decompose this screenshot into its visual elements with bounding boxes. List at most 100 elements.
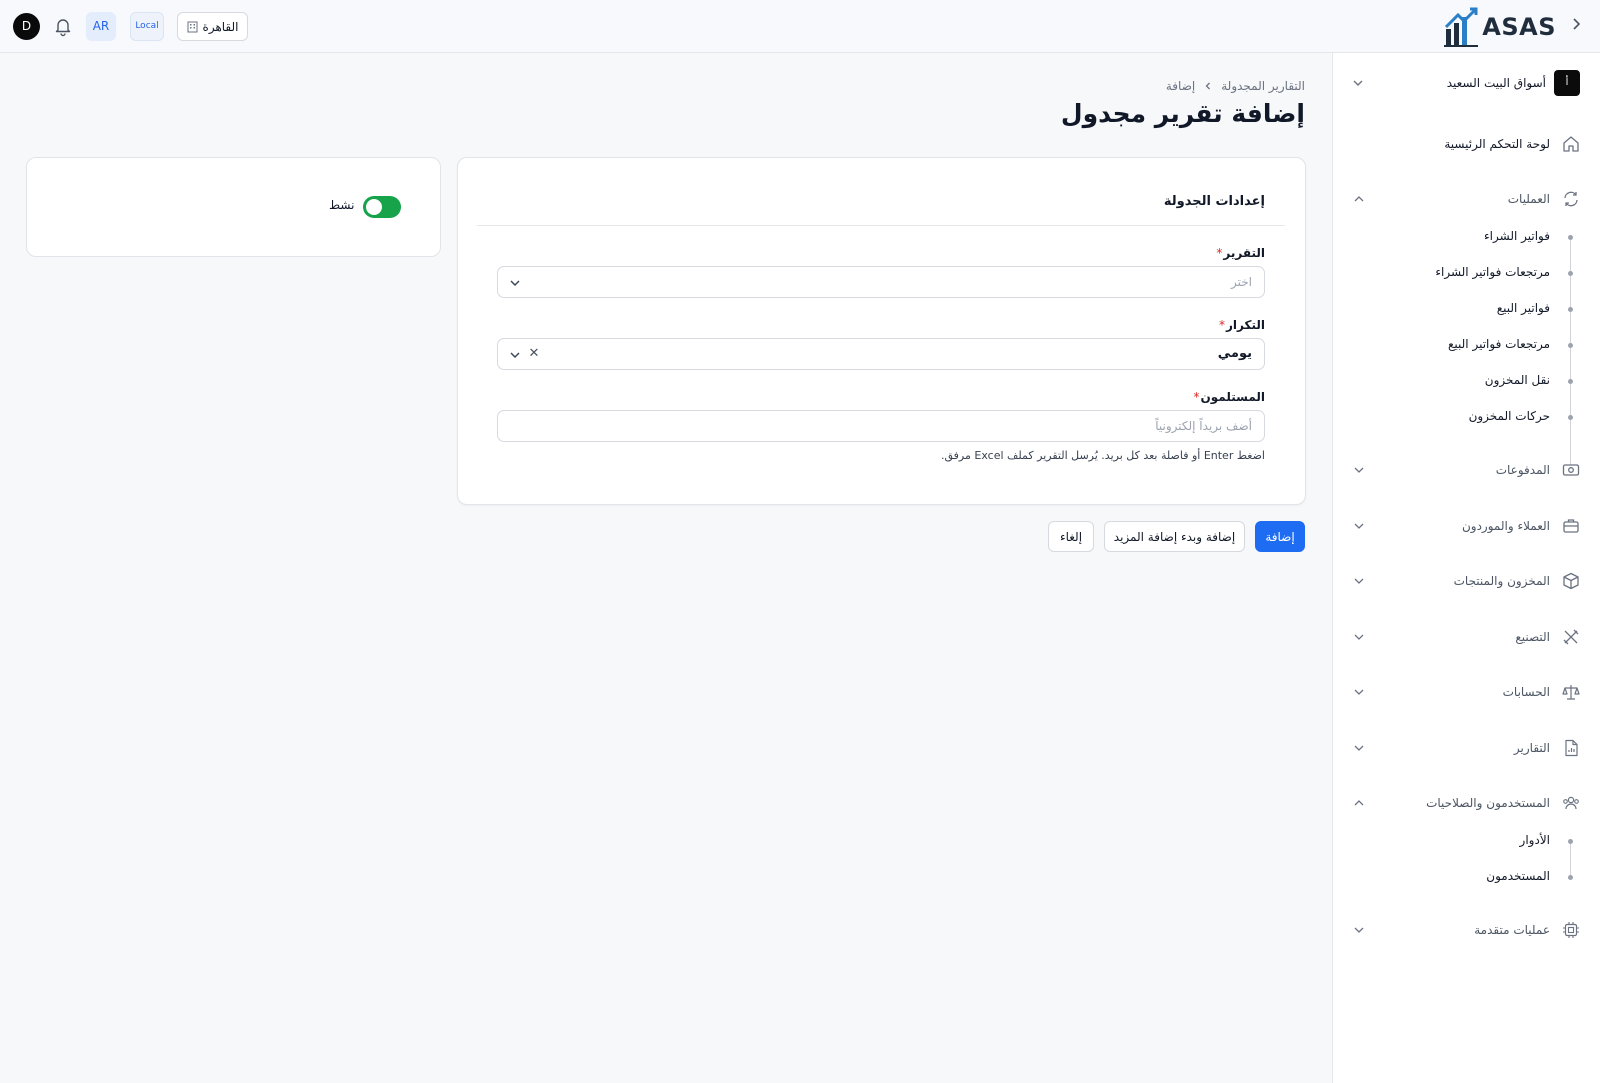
recipients-hint: اضغط Enter أو فاصلة بعد كل بريد. يُرسل ا… — [940, 449, 1265, 462]
chevron-down-icon — [1354, 467, 1364, 473]
chevron-down-icon — [1354, 927, 1364, 933]
sidebar-item-label: المدفوعات — [1495, 463, 1550, 477]
cancel-button[interactable]: إلغاء — [1048, 521, 1094, 552]
sidebar-item-dashboard[interactable]: لوحة التحكم الرئيسية — [1332, 129, 1600, 159]
chevron-left-icon — [1205, 82, 1211, 90]
submenu-dot — [1568, 235, 1573, 240]
sidebar-item-operations[interactable]: العمليات — [1332, 184, 1600, 214]
clear-icon[interactable]: ✕ — [526, 346, 542, 362]
sidebar-subitem-label: مرتجعات فواتير الشراء — [1435, 265, 1550, 279]
toggle-knob — [366, 199, 382, 215]
chevron-down-icon — [1354, 689, 1364, 695]
logo-chart-icon — [1444, 7, 1479, 47]
sidebar-subitem-label: مرتجعات فواتير البيع — [1448, 337, 1550, 351]
users-icon — [1563, 796, 1579, 810]
sidebar-collapse-button[interactable] — [1566, 16, 1586, 36]
sidebar-item-advanced-operations[interactable]: عمليات متقدمة — [1332, 915, 1600, 945]
branch-selector-button[interactable]: القاهرة — [177, 12, 248, 41]
organization-selector[interactable]: أ أسواق البيت السعيد — [1348, 68, 1580, 98]
sidebar-item-users-permissions[interactable]: المستخدمون والصلاحيات — [1332, 788, 1600, 818]
sidebar-subitem-roles[interactable]: الأدوار — [1332, 829, 1600, 853]
chevron-up-icon — [1354, 800, 1364, 806]
status-card: نشط — [26, 157, 441, 257]
frequency-select[interactable]: يومي ✕ — [497, 338, 1265, 370]
sidebar-item-reports[interactable]: التقارير — [1332, 733, 1600, 763]
sidebar-subitem-label: حركات المخزون — [1468, 409, 1550, 423]
report-select-placeholder: اختر — [1231, 275, 1252, 289]
notifications-button[interactable] — [52, 15, 74, 37]
sidebar-subitem-purchase-invoices[interactable]: فواتير الشراء — [1332, 225, 1600, 249]
report-label-text: التقرير — [1223, 246, 1265, 260]
main-content: التقارير المجدولة إضافة إضافة تقرير مجدو… — [0, 53, 1332, 1083]
report-select[interactable]: اختر — [497, 266, 1265, 298]
refresh-icon — [1564, 191, 1578, 207]
recipients-input[interactable]: أضف بريداً إلكترونياً — [497, 410, 1265, 442]
organization-name: أسواق البيت السعيد — [1446, 76, 1546, 90]
required-asterisk: * — [1219, 318, 1226, 332]
chevron-down-icon — [510, 352, 520, 358]
submenu-dot — [1568, 415, 1573, 420]
chevron-down-icon — [1354, 634, 1364, 640]
card-header: إعدادات الجدولة — [477, 158, 1285, 226]
sidebar-item-label: التقارير — [1513, 741, 1550, 755]
tools-icon — [1563, 629, 1579, 645]
sidebar-item-manufacturing[interactable]: التصنيع — [1332, 622, 1600, 652]
breadcrumb-current: إضافة — [1165, 79, 1196, 93]
language-switch-button[interactable]: AR — [86, 12, 116, 41]
app-logo[interactable]: ASAS — [1444, 5, 1556, 48]
chevron-down-icon — [1354, 578, 1364, 584]
building-icon — [187, 21, 198, 32]
chevron-down-icon — [1354, 745, 1364, 751]
required-asterisk: * — [1216, 246, 1223, 260]
submenu-dot — [1568, 307, 1573, 312]
top-bar: ASAS D AR Local القاهرة — [0, 0, 1600, 53]
money-icon — [1562, 464, 1580, 476]
sidebar-subitem-sales-invoices[interactable]: فواتير البيع — [1332, 297, 1600, 321]
box-icon — [1563, 572, 1579, 590]
bell-icon — [55, 19, 71, 37]
sidebar-item-inventory[interactable]: المخزون والمنتجات — [1332, 566, 1600, 596]
submenu-dot — [1568, 379, 1573, 384]
sidebar-subitem-label: فواتير البيع — [1496, 301, 1550, 315]
recipients-input-placeholder: أضف بريداً إلكترونياً — [1155, 419, 1252, 433]
add-and-continue-button[interactable]: إضافة وبدء إضافة المزيد — [1104, 521, 1245, 552]
sidebar-item-label: المخزون والمنتجات — [1453, 574, 1550, 588]
submenu-dot — [1568, 271, 1573, 276]
sidebar-subitem-sales-returns[interactable]: مرتجعات فواتير البيع — [1332, 333, 1600, 357]
sidebar-subitem-label: الأدوار — [1519, 833, 1550, 847]
breadcrumb-link-scheduled-reports[interactable]: التقارير المجدولة — [1221, 79, 1305, 93]
active-toggle-label: نشط — [329, 198, 355, 212]
sidebar-item-label: عمليات متقدمة — [1474, 923, 1550, 937]
chip-icon — [1563, 922, 1579, 938]
home-icon — [1563, 136, 1579, 152]
organization-logo: أ — [1554, 70, 1580, 96]
submenu-dot — [1568, 343, 1573, 348]
sidebar-subitem-stock-movements[interactable]: حركات المخزون — [1332, 405, 1600, 429]
sidebar-item-label: التصنيع — [1515, 630, 1550, 644]
sidebar-subitem-purchase-returns[interactable]: مرتجعات فواتير الشراء — [1332, 261, 1600, 285]
sidebar-subitem-stock-transfer[interactable]: نقل المخزون — [1332, 369, 1600, 393]
scale-icon — [1562, 685, 1580, 700]
sidebar-item-customers-suppliers[interactable]: العملاء والموردون — [1332, 511, 1600, 541]
sidebar-item-label: الحسابات — [1502, 685, 1550, 699]
sidebar-item-accounts[interactable]: الحسابات — [1332, 677, 1600, 707]
user-avatar[interactable]: D — [13, 13, 40, 40]
report-field-label: التقرير* — [1216, 246, 1265, 260]
add-button[interactable]: إضافة — [1255, 521, 1305, 552]
sidebar-item-payments[interactable]: المدفوعات — [1332, 455, 1600, 485]
sidebar: أ أسواق البيت السعيد لوحة التحكم الرئيسي… — [1332, 53, 1600, 1083]
branch-label: القاهرة — [202, 19, 239, 34]
chevron-down-icon — [1353, 80, 1363, 86]
frequency-label-text: التكرار — [1226, 318, 1265, 332]
sidebar-item-label: لوحة التحكم الرئيسية — [1444, 137, 1550, 151]
chevron-up-icon — [1354, 196, 1364, 202]
section-title: إعدادات الجدولة — [1163, 194, 1265, 209]
page-title: إضافة تقرير مجدول — [1060, 99, 1305, 128]
submenu-dot — [1568, 875, 1573, 880]
chevron-down-icon — [510, 280, 520, 286]
active-toggle[interactable] — [363, 196, 401, 218]
frequency-select-value: يومي — [1217, 346, 1252, 361]
report-file-icon — [1565, 739, 1578, 757]
recipients-label-text: المستلمون — [1200, 390, 1265, 404]
sidebar-subitem-users[interactable]: المستخدمون — [1332, 865, 1600, 889]
